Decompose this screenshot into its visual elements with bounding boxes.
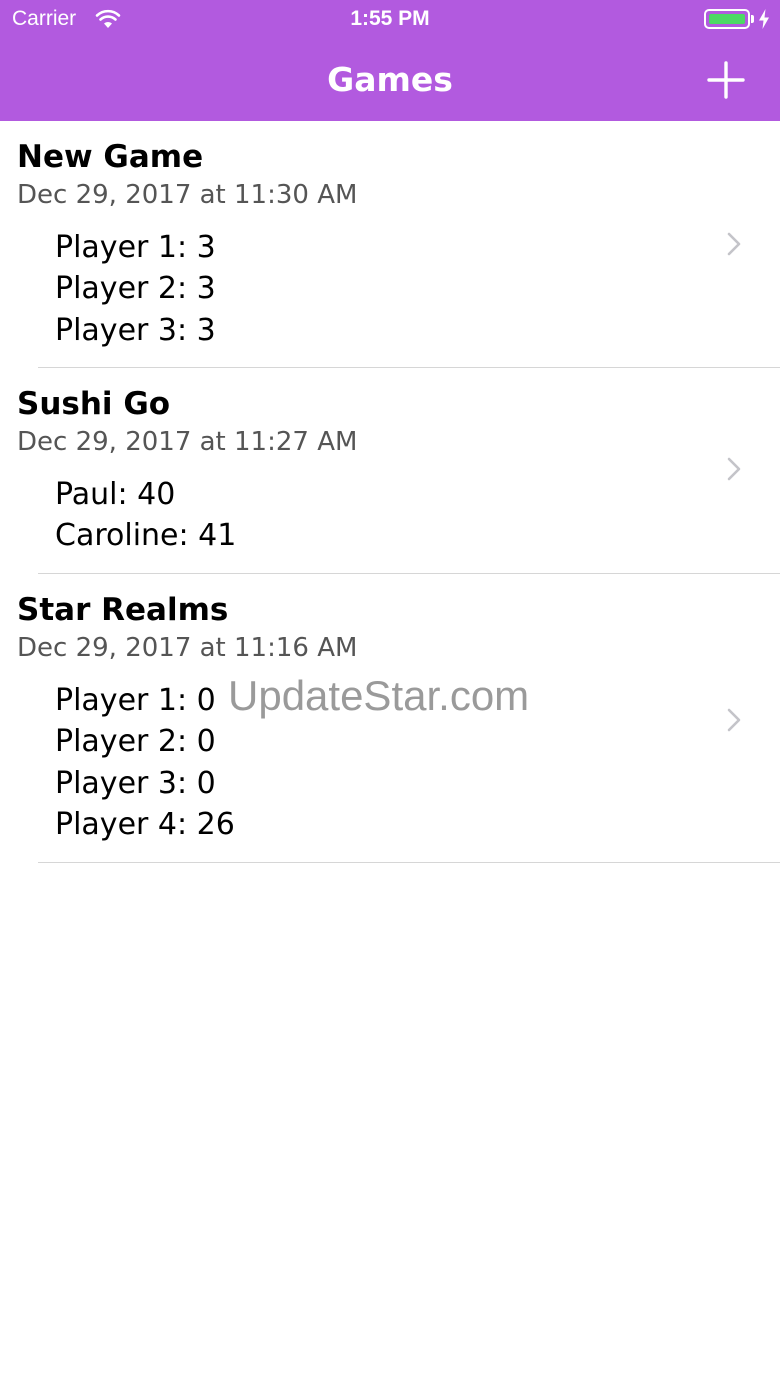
player-score: Player 1: 3 [55,230,216,265]
player-score-list: Player 1: 0 Player 2: 0 Player 3: 0 Player … [55,680,235,845]
game-date: Dec 29, 2017 at 11:27 AM [17,427,358,457]
player-score-list: Paul: 40 Caroline: 41 [55,474,236,557]
player-score: Player 2: 3 [55,271,216,307]
battery-level [709,14,745,24]
charging-bolt-icon [759,9,769,29]
watermark: UpdateStar.com [228,672,530,719]
game-date: Dec 29, 2017 at 11:16 AM [17,633,358,663]
game-title: New Game [17,139,204,175]
game-row[interactable]: Sushi Go Dec 29, 2017 at 11:27 AM Paul: 40… [0,368,780,574]
player-score-list: Player 1: 3 Player 2: 3 Player 3: 3 [55,227,216,351]
player-score: Player 3: 0 [55,765,216,801]
player-score: Player 4: 26 [55,806,235,842]
navigation-bar: Carrier 1:55 PM Games [0,0,780,121]
game-date: Dec 29, 2017 at 11:30 AM [17,180,358,210]
chevron-right-icon [727,232,741,256]
plus-icon [707,61,745,99]
game-title: Sushi Go [17,386,171,422]
player-score: Player 1: 0 [55,683,216,718]
chevron-right-icon [727,457,741,481]
add-game-button[interactable] [703,57,749,103]
player-score: Paul: 40 [55,477,176,512]
player-score: Caroline: 41 [55,518,237,554]
status-bar: Carrier 1:55 PM [0,0,780,40]
battery-icon [704,9,750,29]
status-time: 1:55 PM [350,7,430,30]
game-title: Star Realms [17,592,229,628]
chevron-right-icon [727,708,741,732]
row-separator [38,862,780,863]
player-score: Player 2: 0 [55,724,216,760]
player-score: Player 3: 3 [55,312,216,348]
page-title: Games [327,60,453,99]
battery-cap [751,15,754,23]
game-row[interactable]: New Game Dec 29, 2017 at 11:30 AM Player 1… [0,121,780,368]
